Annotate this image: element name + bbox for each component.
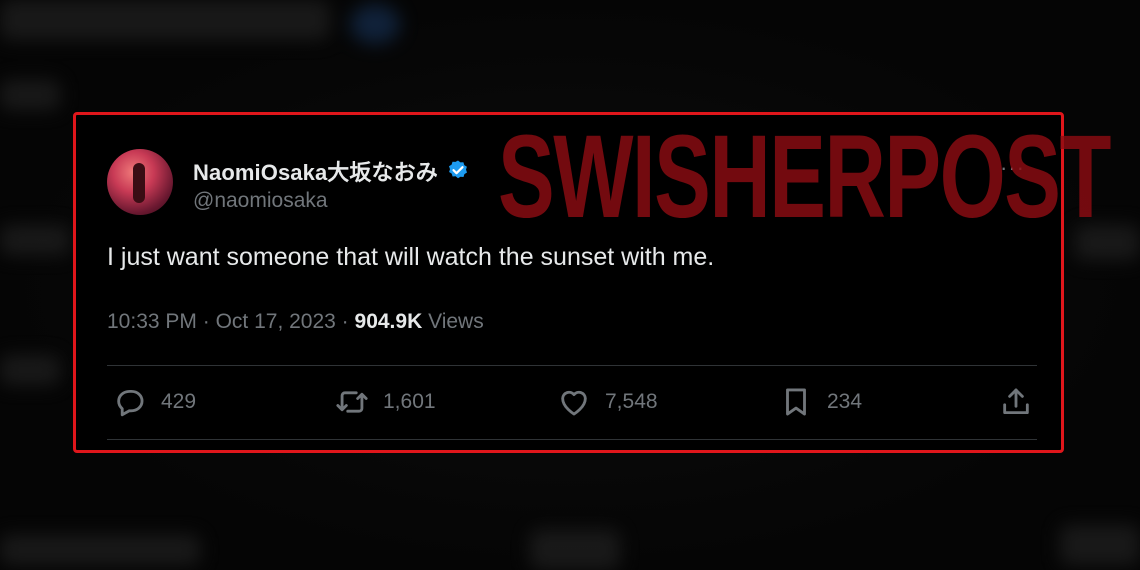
like-count: 7,548: [605, 390, 658, 413]
bookmark-button[interactable]: 234: [779, 385, 862, 419]
tweet-actions-bar: 429 1,601 7,548 234: [107, 385, 1037, 421]
tweet-date[interactable]: Oct 17, 2023: [216, 310, 336, 333]
meta-separator: ·: [341, 310, 349, 333]
views-label: Views: [428, 310, 484, 333]
like-button[interactable]: 7,548: [557, 385, 658, 419]
tweet-text: I just want someone that will watch the …: [107, 243, 715, 271]
retweet-count: 1,601: [383, 390, 436, 413]
share-button[interactable]: [999, 385, 1033, 419]
more-options-icon[interactable]: ···: [1000, 155, 1025, 181]
reply-button[interactable]: 429: [113, 385, 196, 419]
avatar[interactable]: [107, 149, 173, 215]
bookmark-count: 234: [827, 390, 863, 413]
reply-icon: [117, 389, 144, 417]
author-row: NaomiOsaka大坂なおみ: [193, 155, 470, 187]
divider: [107, 439, 1037, 440]
bookmark-icon: [786, 388, 806, 416]
screenshot-stage: NaomiOsaka大坂なおみ @naomiosaka ··· I just w…: [0, 0, 1140, 570]
reply-count: 429: [161, 390, 197, 413]
tweet-metadata: 10:33 PM · Oct 17, 2023 · 904.9K Views: [107, 310, 484, 334]
author-handle[interactable]: @naomiosaka: [193, 189, 328, 213]
retweet-icon: [336, 391, 368, 413]
author-display-name[interactable]: NaomiOsaka大坂なおみ: [193, 155, 438, 187]
heart-icon: [561, 390, 587, 416]
tweet-time[interactable]: 10:33 PM: [107, 310, 197, 333]
meta-separator: ·: [202, 310, 210, 333]
views-count: 904.9K: [354, 310, 423, 333]
verified-badge-icon: [448, 160, 467, 179]
divider: [107, 365, 1037, 366]
retweet-button[interactable]: 1,601: [335, 385, 436, 419]
share-icon: [1003, 388, 1029, 415]
tweet-card[interactable]: NaomiOsaka大坂なおみ @naomiosaka ··· I just w…: [73, 112, 1064, 453]
